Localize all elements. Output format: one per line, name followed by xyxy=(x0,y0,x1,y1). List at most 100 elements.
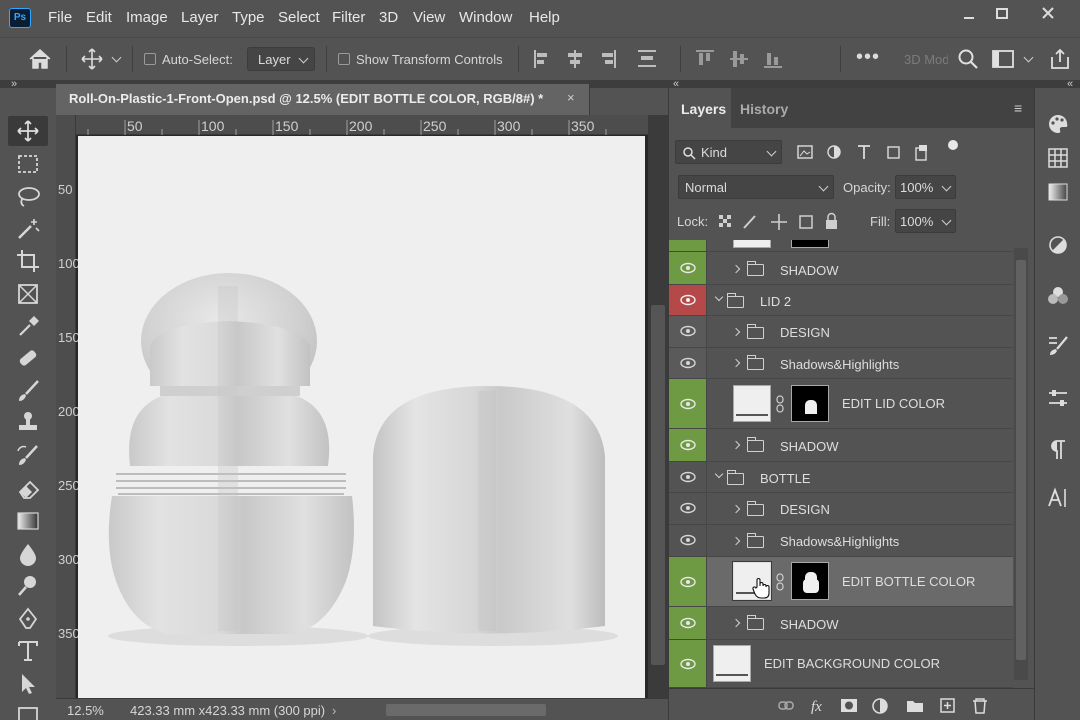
menu-window[interactable]: Window xyxy=(459,9,512,26)
visibility-toggle[interactable] xyxy=(669,252,707,284)
gradient-tool-icon[interactable] xyxy=(14,508,42,534)
share-icon[interactable] xyxy=(1048,47,1072,71)
healing-brush-tool-icon[interactable] xyxy=(14,345,42,371)
visibility-toggle[interactable] xyxy=(669,316,707,347)
layer-row[interactable]: DESIGN xyxy=(669,316,1013,348)
filter-kind-dropdown[interactable]: Kind xyxy=(675,140,782,164)
marquee-tool-icon[interactable] xyxy=(14,151,42,177)
align-icons[interactable] xyxy=(532,48,662,70)
transform-controls-checkbox[interactable] xyxy=(338,53,350,65)
chevron-down-icon[interactable] xyxy=(714,469,724,479)
chevron-right-icon[interactable] xyxy=(731,504,741,514)
visibility-toggle[interactable] xyxy=(669,525,707,556)
menu-select[interactable]: Select xyxy=(278,9,320,26)
auto-select-checkbox[interactable] xyxy=(144,53,156,65)
menu-edit[interactable]: Edit xyxy=(86,9,112,26)
crop-tool-icon[interactable] xyxy=(14,248,42,274)
move-tool-icon[interactable] xyxy=(80,47,104,71)
blend-mode-dropdown[interactable]: Normal xyxy=(678,175,834,199)
type-tool-icon[interactable] xyxy=(14,638,42,664)
chevron-down-icon[interactable] xyxy=(714,292,724,302)
layer-mask-thumbnail[interactable] xyxy=(791,562,829,600)
status-menu-icon[interactable]: › xyxy=(332,703,336,718)
move-tool-icon[interactable] xyxy=(14,118,42,144)
menu-view[interactable]: View xyxy=(413,9,445,26)
more-options-icon[interactable]: ••• xyxy=(856,46,880,69)
zoom-level[interactable]: 12.5% xyxy=(67,703,104,718)
fill-field[interactable]: 100% xyxy=(895,209,956,233)
visibility-toggle[interactable] xyxy=(669,493,707,524)
visibility-toggle[interactable] xyxy=(669,379,707,428)
link-icon[interactable] xyxy=(775,395,785,413)
dodge-tool-icon[interactable] xyxy=(14,573,42,599)
opacity-field[interactable]: 100% xyxy=(895,175,956,199)
gradients-icon[interactable] xyxy=(1046,180,1070,204)
eyedropper-tool-icon[interactable] xyxy=(14,313,42,339)
tab-history[interactable]: History xyxy=(740,101,788,117)
menu-layer[interactable]: Layer xyxy=(181,9,219,26)
visibility-toggle[interactable] xyxy=(669,640,707,687)
layer-row[interactable]: Shadows&Highlights xyxy=(669,348,1013,379)
rectangle-tool-icon[interactable] xyxy=(14,702,42,720)
eraser-tool-icon[interactable] xyxy=(14,476,42,502)
chevron-right-icon[interactable] xyxy=(731,536,741,546)
layers-scrollbar[interactable] xyxy=(1014,248,1028,680)
chevron-right-icon[interactable] xyxy=(731,440,741,450)
layer-row[interactable] xyxy=(669,240,1013,252)
chevron-down-icon[interactable] xyxy=(111,52,122,63)
adjustments-icon[interactable] xyxy=(1046,233,1070,257)
layer-row[interactable]: BOTTLE xyxy=(669,462,1013,493)
properties-icon[interactable] xyxy=(1046,386,1070,410)
layer-row[interactable]: EDIT LID COLOR xyxy=(669,379,1013,429)
tab-layers[interactable]: Layers xyxy=(681,101,726,117)
document-tab[interactable]: Roll-On-Plastic-1-Front-Open.psd @ 12.5%… xyxy=(56,84,590,115)
brush-settings-icon[interactable] xyxy=(1046,334,1070,358)
menu-3d[interactable]: 3D xyxy=(379,9,398,26)
visibility-toggle[interactable] xyxy=(669,462,707,492)
layer-row[interactable]: LID 2 xyxy=(669,285,1013,316)
document-canvas[interactable] xyxy=(78,136,645,699)
layer-actions[interactable]: fx xyxy=(777,696,997,716)
auto-select-target-dropdown[interactable]: Layer xyxy=(247,47,315,71)
panel-menu-icon[interactable]: ≡ xyxy=(1014,100,1022,116)
filter-toggle[interactable] xyxy=(948,140,958,150)
visibility-toggle[interactable] xyxy=(669,429,707,461)
menu-file[interactable]: File xyxy=(48,9,72,26)
layer-row[interactable]: DESIGN xyxy=(669,493,1013,525)
horizontal-scrollbar[interactable] xyxy=(386,704,546,716)
swatches-icon[interactable] xyxy=(1046,146,1070,170)
paragraph-icon[interactable] xyxy=(1046,438,1070,462)
libraries-icon[interactable] xyxy=(1046,284,1070,308)
magic-wand-tool-icon[interactable] xyxy=(14,216,42,242)
history-brush-tool-icon[interactable] xyxy=(14,443,42,469)
brush-tool-icon[interactable] xyxy=(14,378,42,404)
layer-row[interactable]: EDIT BACKGROUND COLOR xyxy=(669,640,1013,688)
layer-row[interactable]: SHADOW xyxy=(669,429,1013,462)
menu-type[interactable]: Type xyxy=(232,9,265,26)
menu-help[interactable]: Help xyxy=(529,9,560,26)
layer-row[interactable]: SHADOW xyxy=(669,607,1013,640)
path-selection-tool-icon[interactable] xyxy=(14,671,42,697)
search-icon[interactable] xyxy=(957,48,979,70)
menu-filter[interactable]: Filter xyxy=(332,9,365,26)
character-icon[interactable] xyxy=(1046,486,1070,510)
color-palette-icon[interactable] xyxy=(1046,112,1070,136)
chevron-right-icon[interactable] xyxy=(731,358,741,368)
workspace-icon[interactable] xyxy=(991,49,1015,69)
chevron-right-icon[interactable] xyxy=(731,618,741,628)
frame-tool-icon[interactable] xyxy=(14,281,42,307)
chevron-right-icon[interactable] xyxy=(731,264,741,274)
canvas-scrollbar[interactable] xyxy=(648,115,668,698)
visibility-toggle[interactable] xyxy=(669,348,707,378)
clone-stamp-tool-icon[interactable] xyxy=(14,410,42,436)
pen-tool-icon[interactable] xyxy=(14,606,42,632)
close-document-icon[interactable]: × xyxy=(567,90,575,105)
visibility-toggle[interactable] xyxy=(669,557,707,606)
layer-mask-thumbnail[interactable] xyxy=(791,385,829,422)
filter-type-icons[interactable] xyxy=(797,143,957,163)
lock-icons[interactable] xyxy=(717,212,847,232)
visibility-toggle[interactable] xyxy=(669,285,707,315)
visibility-toggle[interactable] xyxy=(669,607,707,639)
layer-row[interactable]: Shadows&Highlights xyxy=(669,525,1013,557)
home-icon[interactable] xyxy=(28,48,52,70)
